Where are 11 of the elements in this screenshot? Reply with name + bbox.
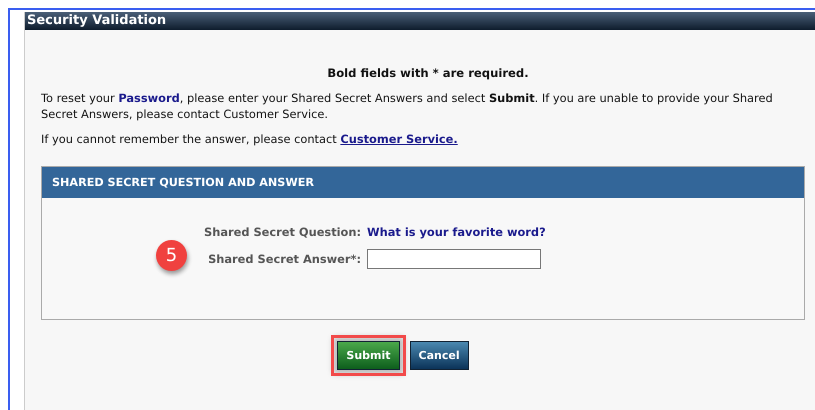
window-title: Security Validation <box>25 12 815 30</box>
contact-text: If you cannot remember the answer, please contact Customer Service. <box>41 132 459 146</box>
question-label: Shared Secret Question: <box>204 225 362 239</box>
panel-header: SHARED SECRET QUESTION AND ANSWER <box>42 167 804 198</box>
required-note: Bold fields with * are required. <box>326 66 530 80</box>
question-text: What is your favorite word? <box>367 225 546 239</box>
cancel-button[interactable]: Cancel <box>410 341 469 370</box>
answer-label: Shared Secret Answer*: <box>207 252 362 266</box>
customer-service-link[interactable]: Customer Service. <box>340 132 458 146</box>
answer-input-field[interactable] <box>367 249 542 269</box>
instructions-text: To reset your Password, please enter your Shared Secret Answers and select Submit. If you are unable to provide your Shared Secret Answers, please contact Customer Service. <box>41 90 774 122</box>
